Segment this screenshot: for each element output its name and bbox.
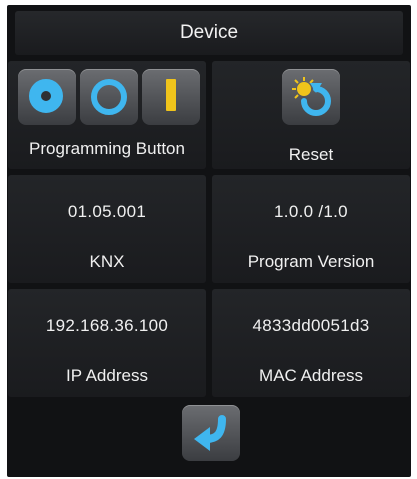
back-arrow-icon <box>194 415 226 451</box>
back-button[interactable] <box>182 405 240 461</box>
knx-label: KNX <box>89 252 125 271</box>
mac-address-label: MAC Address <box>259 366 363 385</box>
reset-label: Reset <box>288 145 334 164</box>
programming-button-tile[interactable]: Programming Button <box>8 61 206 169</box>
mac-address-value: 4833dd0051d3 <box>252 316 370 335</box>
programming-led-off-button[interactable] <box>80 69 138 125</box>
ip-address-value: 192.168.36.100 <box>45 316 169 335</box>
mac-address-tile: 4833dd0051d3 MAC Address <box>212 289 410 397</box>
programming-toggle-button[interactable] <box>142 69 200 125</box>
ip-address-tile: 192.168.36.100 IP Address <box>8 289 206 397</box>
reset-button[interactable] <box>282 69 340 125</box>
device-panel: Device Programming Button Reset 01.05.00… <box>7 5 411 477</box>
programming-led-on-button[interactable] <box>18 69 76 125</box>
knx-tile: 01.05.001 KNX <box>8 175 206 283</box>
toggle-bar-icon <box>166 79 176 111</box>
ip-address-label: IP Address <box>66 366 148 385</box>
led-off-icon <box>91 79 127 115</box>
programming-button-label: Programming Button <box>29 139 185 158</box>
knx-address-value: 01.05.001 <box>67 202 147 221</box>
led-on-icon <box>29 79 63 113</box>
page-title: Device <box>15 11 403 55</box>
program-version-tile: 1.0.0 /1.0 Program Version <box>212 175 410 283</box>
reset-tile[interactable]: Reset <box>212 61 410 169</box>
reset-arrow-icon <box>292 77 331 116</box>
program-version-value: 1.0.0 /1.0 <box>274 202 348 221</box>
program-version-label: Program Version <box>247 252 375 271</box>
